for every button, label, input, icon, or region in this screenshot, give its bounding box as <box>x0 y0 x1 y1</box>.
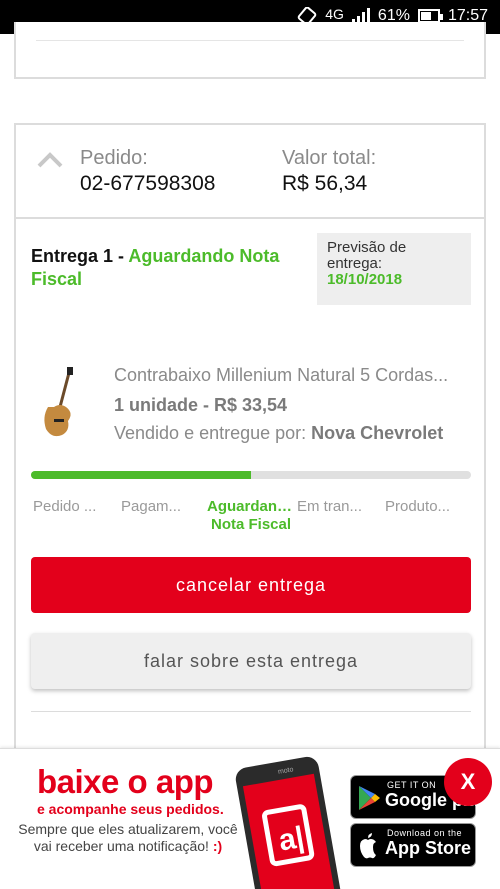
step-pagamento: Pagam... <box>121 498 182 515</box>
apple-icon <box>360 833 376 859</box>
total-label: Valor total: <box>282 147 377 169</box>
step-aguardando-nota-fiscal: Aguardando Nota Fiscal <box>207 498 295 533</box>
total-value: R$ 56,34 <box>282 172 368 195</box>
product-name[interactable]: Contrabaixo Millenium Natural 5 Cordas..… <box>114 365 474 386</box>
delivery-forecast: Previsão de entrega: 18/10/2018 <box>317 233 471 305</box>
banner-text: Sempre que eles atualizarem, você vai re… <box>18 821 238 855</box>
talk-about-delivery-button[interactable]: falar sobre esta entrega <box>31 633 471 689</box>
order-number: 02-677598308 <box>80 172 216 195</box>
battery-icon <box>417 9 443 23</box>
banner-subtitle: e acompanhe seus pedidos. <box>37 801 224 817</box>
order-header[interactable]: Pedido: 02-677598308 Valor total: R$ 56,… <box>16 125 484 219</box>
phone-illustration: moto a| <box>235 756 341 889</box>
previous-order-card <box>14 22 486 79</box>
close-banner-button[interactable]: X <box>444 758 492 806</box>
smiley: :) <box>212 838 223 854</box>
product-image[interactable] <box>34 367 84 441</box>
google-play-icon <box>359 786 380 810</box>
previous-card-divider <box>36 40 464 41</box>
app-store-button[interactable]: Download on the App Store <box>350 823 476 867</box>
divider <box>31 711 471 712</box>
google-play-small: GET IT ON <box>387 780 437 790</box>
forecast-label: Previsão de entrega: <box>327 239 407 272</box>
chevron-up-icon[interactable] <box>36 151 64 169</box>
delivery-number: Entrega 1 - <box>31 246 129 266</box>
seller-label: Vendido e entregue por: <box>114 423 312 443</box>
app-store-small: Download on the <box>387 828 463 838</box>
delivery-steps: Pedido ... Pagam... Aguardando Nota Fisc… <box>31 498 475 534</box>
step-produto-entregue: Produto... <box>385 498 451 515</box>
app-download-banner: baixe o app e acompanhe seus pedidos. Se… <box>0 748 500 889</box>
step-pedido: Pedido ... <box>33 498 97 515</box>
network-type: 4G <box>325 6 344 22</box>
step-em-transporte: Em tran... <box>297 498 363 515</box>
battery-level <box>420 12 431 20</box>
delivery-progress-bar <box>31 471 471 479</box>
cancel-delivery-button[interactable]: cancelar entrega <box>31 557 471 613</box>
delivery-title: Entrega 1 - Aguardando Nota Fiscal <box>31 245 301 291</box>
banner-description: Sempre que eles atualizarem, você vai re… <box>18 821 238 854</box>
app-store-label: App Store <box>385 838 472 858</box>
product-quantity-price: 1 unidade - R$ 33,54 <box>114 395 288 415</box>
progress-fill <box>31 471 251 479</box>
seller-name[interactable]: Nova Chevrolet <box>311 423 443 443</box>
banner-title: baixe o app <box>37 763 214 800</box>
product-seller: Vendido e entregue por: Nova Chevrolet <box>114 423 443 444</box>
order-number-label: Pedido: <box>80 147 148 169</box>
forecast-date: 18/10/2018 <box>327 271 403 288</box>
